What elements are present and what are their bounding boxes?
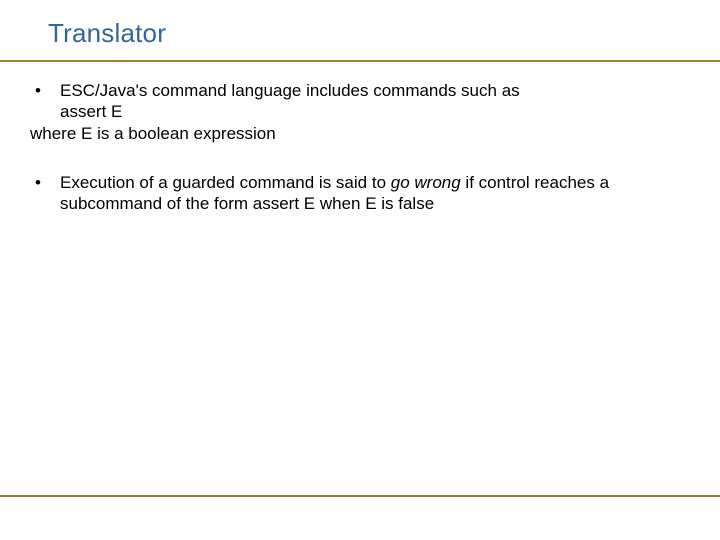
bullet-icon: • [30,80,46,101]
divider-top [0,60,720,62]
text-italic: go wrong [391,173,461,192]
continuation-line-1: assert E [60,101,680,122]
page-title: Translator [48,18,166,49]
continuation-line-2: where E is a boolean expression [30,123,680,144]
divider-bottom [0,495,720,497]
list-item: • Execution of a guarded command is said… [30,172,680,215]
bullet-block-1: • ESC/Java's command language includes c… [30,80,680,144]
bullet-text-1: ESC/Java's command language includes com… [60,80,680,101]
bullet-icon: • [30,172,46,193]
bullet-text-2: Execution of a guarded command is said t… [60,172,680,215]
slide: Translator • ESC/Java's command language… [0,0,720,540]
list-item: • ESC/Java's command language includes c… [30,80,680,101]
body-content: • ESC/Java's command language includes c… [30,80,680,214]
text-pre: Execution of a guarded command is said t… [60,173,391,192]
